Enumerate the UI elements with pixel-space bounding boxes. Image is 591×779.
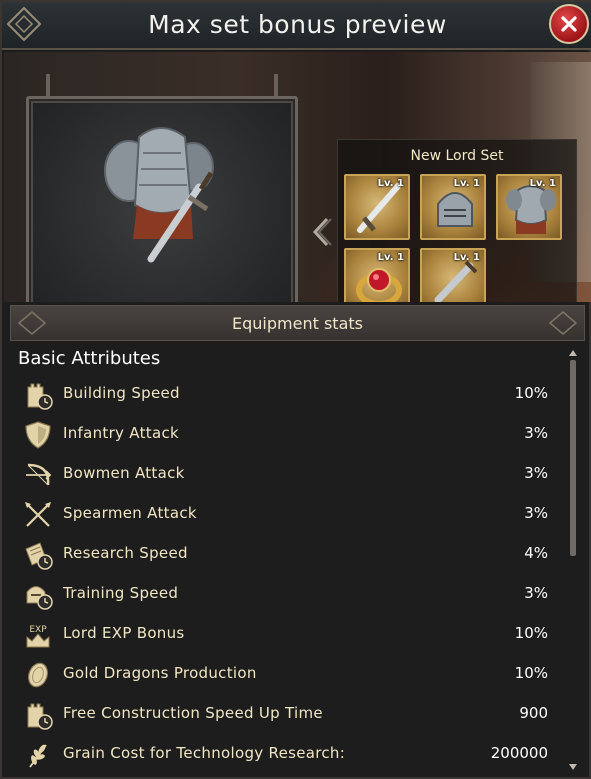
stat-row: Bowmen Attack 3% bbox=[18, 455, 548, 495]
stat-value: 900 bbox=[519, 704, 548, 722]
gold-coin-icon bbox=[27, 662, 49, 688]
stats-scrollbar[interactable] bbox=[568, 350, 578, 770]
set-item-slot-armor[interactable]: Lv. 1 bbox=[496, 174, 562, 240]
stat-label: Building Speed bbox=[63, 384, 180, 402]
stat-value: 10% bbox=[514, 624, 548, 642]
book-clock-icon bbox=[25, 542, 53, 570]
tower-clock-icon bbox=[27, 383, 53, 410]
stat-value: 3% bbox=[524, 504, 548, 522]
stat-row: Grain Cost for Technology Research: 2000… bbox=[18, 735, 548, 775]
stat-value: 10% bbox=[514, 664, 548, 682]
set-bonus-panel: Max set bonus preview New Lord Set Lv. 1… bbox=[0, 0, 591, 779]
scroll-down-arrow-icon[interactable] bbox=[569, 764, 577, 770]
set-item-slot-sword[interactable]: Lv. 1 bbox=[344, 174, 410, 240]
tower-clock-icon bbox=[27, 703, 53, 730]
set-item-slot-ring[interactable]: Lv. 1 bbox=[344, 248, 410, 302]
ornament-icon bbox=[548, 311, 578, 335]
set-title: New Lord Set bbox=[410, 148, 504, 164]
item-level-label: Lv. 1 bbox=[453, 178, 480, 189]
crossed-spears-icon bbox=[25, 502, 51, 527]
svg-text:EXP: EXP bbox=[29, 625, 47, 635]
helmet-clock-icon bbox=[26, 586, 53, 610]
stat-row: Infantry Attack 3% bbox=[18, 415, 548, 455]
equipment-stats-label: Equipment stats bbox=[232, 314, 363, 333]
equipment-stats-header: Equipment stats bbox=[10, 305, 585, 341]
stat-value: 4% bbox=[524, 544, 548, 562]
stat-label: Training Speed bbox=[63, 584, 179, 602]
chevron-left-icon[interactable] bbox=[309, 217, 333, 247]
item-level-label: Lv. 1 bbox=[453, 252, 480, 263]
close-button[interactable] bbox=[549, 4, 589, 44]
armor-icon bbox=[104, 127, 214, 263]
page-title: Max set bonus preview bbox=[148, 10, 447, 39]
basic-attributes-title: Basic Attributes bbox=[18, 348, 161, 369]
stat-row: Free Construction Speed Up Time 900 bbox=[18, 695, 548, 735]
stat-label: Lord EXP Bonus bbox=[63, 624, 185, 642]
header-bar: Max set bonus preview bbox=[2, 2, 591, 50]
stat-value: 3% bbox=[524, 464, 548, 482]
stat-label: Infantry Attack bbox=[63, 424, 179, 442]
scrollbar-thumb[interactable] bbox=[570, 360, 576, 556]
stat-label: Research Speed bbox=[63, 544, 188, 562]
stat-row: Spearmen Attack 3% bbox=[18, 495, 548, 535]
set-item-slot-dagger[interactable]: Lv. 1 bbox=[420, 248, 486, 302]
close-icon bbox=[561, 16, 577, 32]
shield-icon bbox=[25, 421, 51, 449]
stat-label: Grain Cost for Technology Research: bbox=[63, 744, 346, 762]
stat-value: 10% bbox=[514, 384, 548, 402]
stat-row: Building Speed 10% bbox=[18, 375, 548, 415]
stat-row: Gold Dragons Production 10% bbox=[18, 655, 548, 695]
bow-icon bbox=[26, 463, 52, 486]
set-items-panel: New Lord Set Lv. 1 Lv. 1 Lv. 1 Lv. 1 Lv.… bbox=[337, 139, 577, 302]
grain-icon bbox=[29, 744, 47, 768]
stat-value: 3% bbox=[524, 584, 548, 602]
scroll-up-arrow-icon[interactable] bbox=[569, 350, 577, 356]
item-level-label: Lv. 1 bbox=[377, 178, 404, 189]
stat-value: 3% bbox=[524, 424, 548, 442]
equipment-preview-area: New Lord Set Lv. 1 Lv. 1 Lv. 1 Lv. 1 Lv.… bbox=[4, 52, 591, 302]
stat-label: Bowmen Attack bbox=[63, 464, 185, 482]
stat-label: Free Construction Speed Up Time bbox=[63, 704, 323, 722]
stat-label: Gold Dragons Production bbox=[63, 664, 257, 682]
stat-label: Spearmen Attack bbox=[63, 504, 197, 522]
exp-crown-icon: EXP bbox=[26, 625, 50, 648]
stat-row: Research Speed 4% bbox=[18, 535, 548, 575]
stat-row: Training Speed 3% bbox=[18, 575, 548, 615]
item-level-label: Lv. 1 bbox=[529, 178, 556, 189]
item-level-label: Lv. 1 bbox=[377, 252, 404, 263]
stat-row: EXP Lord EXP Bonus 10% bbox=[18, 615, 548, 655]
featured-item-frame bbox=[26, 74, 298, 302]
stat-value: 200000 bbox=[490, 744, 548, 762]
set-item-slot-helmet[interactable]: Lv. 1 bbox=[420, 174, 486, 240]
